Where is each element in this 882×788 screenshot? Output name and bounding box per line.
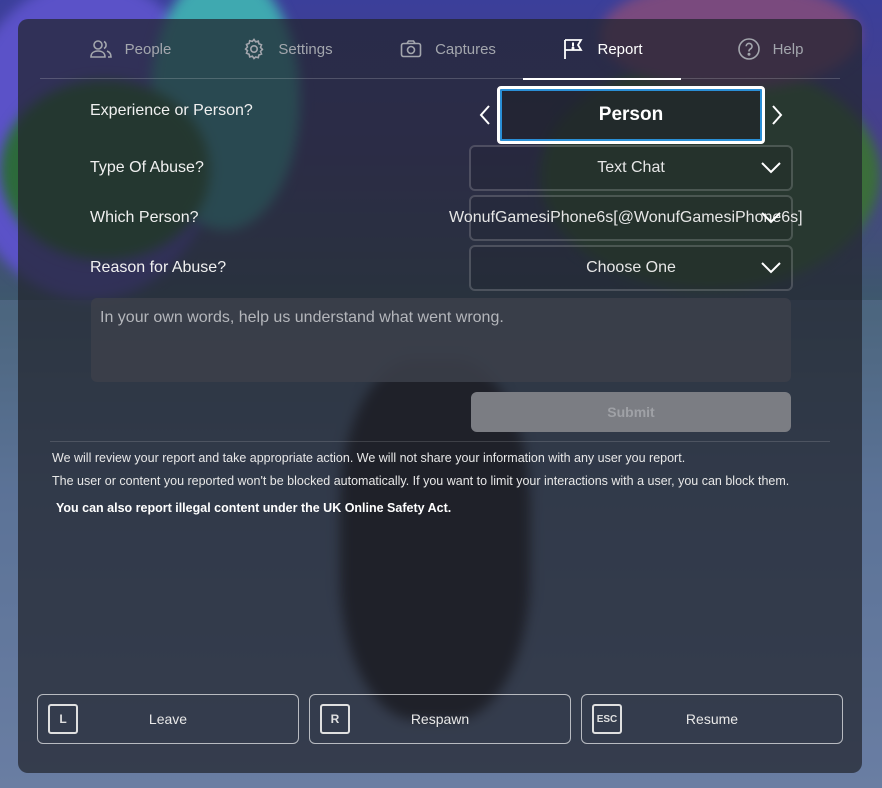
respawn-button[interactable]: R Respawn xyxy=(309,694,571,744)
info-text-blocking: The user or content you reported won't b… xyxy=(52,474,790,488)
uk-safety-act-link[interactable]: You can also report illegal content unde… xyxy=(56,501,451,515)
key-hint-l: L xyxy=(48,704,78,734)
tab-report[interactable]: Report xyxy=(523,19,681,80)
experience-label: Experience or Person? xyxy=(90,102,253,119)
tab-label: People xyxy=(124,40,172,58)
gear-icon xyxy=(244,38,264,60)
chevron-down-icon xyxy=(761,212,781,224)
tab-settings[interactable]: Settings xyxy=(215,19,360,79)
description-input[interactable] xyxy=(91,298,791,382)
which-person-dropdown[interactable]: WonufGamesiPhone6s[@WonufGamesiPhone6s] xyxy=(449,195,803,241)
people-icon xyxy=(89,40,112,58)
chevron-left-icon xyxy=(479,105,490,125)
reason-label: Reason for Abuse? xyxy=(90,259,227,276)
help-icon xyxy=(737,38,760,60)
tab-label: Report xyxy=(597,40,643,58)
tab-divider xyxy=(40,78,840,79)
chevron-down-icon xyxy=(761,162,781,174)
previous-option-button[interactable] xyxy=(474,100,496,130)
resume-label: Resume xyxy=(685,711,739,727)
next-option-button[interactable] xyxy=(766,100,788,130)
tab-captures[interactable]: Captures xyxy=(375,19,520,79)
experience-value: Person xyxy=(598,104,664,125)
tab-bar: People Settings Captures Report Help xyxy=(40,19,840,80)
tab-people[interactable]: People xyxy=(60,19,200,79)
tab-label: Settings xyxy=(278,40,333,58)
reason-value: Choose One xyxy=(586,259,676,276)
respawn-label: Respawn xyxy=(410,711,470,727)
submit-button[interactable]: Submit xyxy=(471,392,791,432)
section-divider xyxy=(50,441,830,442)
tab-help[interactable]: Help xyxy=(700,19,840,79)
info-text-review: We will review your report and take appr… xyxy=(52,451,686,465)
experience-selector[interactable]: Person xyxy=(497,86,765,144)
chevron-right-icon xyxy=(772,105,783,125)
abuse-type-value: Text Chat xyxy=(597,159,665,176)
camera-icon xyxy=(400,40,422,58)
which-person-value: WonufGamesiPhone6s[@WonufGamesiPhone6s] xyxy=(449,209,803,226)
key-hint-esc: ESC xyxy=(592,704,622,734)
flag-icon xyxy=(564,39,584,59)
which-person-label: Which Person? xyxy=(90,209,199,226)
chevron-down-icon xyxy=(761,262,781,274)
abuse-type-label: Type Of Abuse? xyxy=(90,159,204,176)
key-hint-r: R xyxy=(320,704,350,734)
leave-button[interactable]: L Leave xyxy=(37,694,299,744)
leave-label: Leave xyxy=(148,711,188,727)
reason-dropdown[interactable]: Choose One xyxy=(469,245,793,291)
resume-button[interactable]: ESC Resume xyxy=(581,694,843,744)
tab-label: Help xyxy=(772,40,804,58)
abuse-type-dropdown[interactable]: Text Chat xyxy=(469,145,793,191)
tab-label: Captures xyxy=(435,40,496,58)
